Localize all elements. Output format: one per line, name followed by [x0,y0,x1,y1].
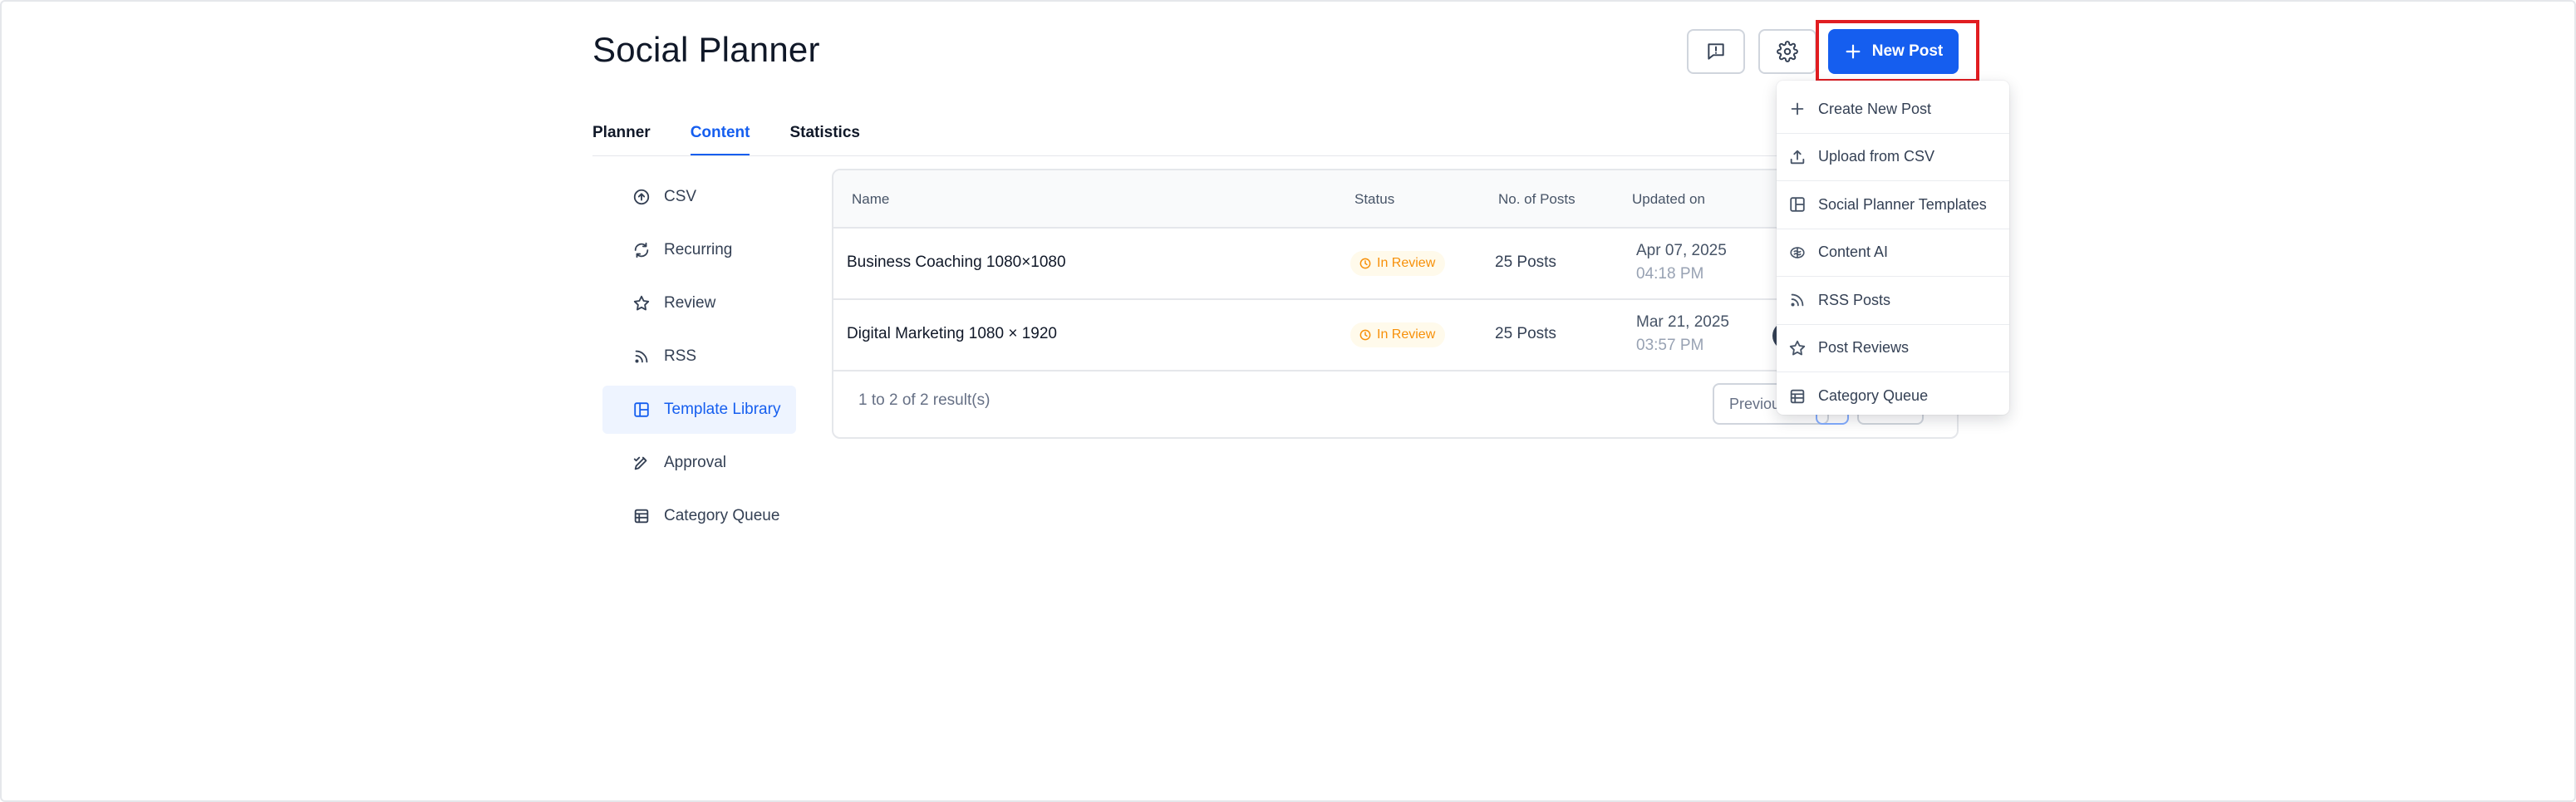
template-name[interactable]: Digital Marketing 1080 × 1920 [847,325,1057,343]
page-title: Social Planner [592,30,820,69]
new-post-dropdown: Create New Post Upload from CSV Social P… [1777,81,2009,415]
menu-item-label: Category Queue [1818,387,1929,405]
menu-item-label: Upload from CSV [1818,148,1935,165]
sidebar-item-label: Category Queue [664,507,780,524]
calendar-grid-icon [634,509,649,524]
message-alert-icon [1708,43,1724,60]
post-count: 25 Posts [1495,253,1556,271]
content-sidebar: CSV Recurring Review RSS Template Librar… [602,173,796,545]
template-name[interactable]: Business Coaching 1080×1080 [847,253,1066,272]
menu-item-label: Post Reviews [1818,339,1910,357]
plus-icon [1791,102,1804,116]
status-badge: In Review [1350,251,1446,276]
sidebar-item-label: RSS [664,347,697,365]
calendar-grid-icon [1790,389,1805,403]
status-label: In Review [1377,256,1436,270]
layout-icon [1790,197,1805,212]
updated-date: Mar 21, 2025 [1636,313,1729,331]
updated-time: 03:57 PM [1636,337,1704,354]
sidebar-item-approval[interactable]: Approval [602,439,796,487]
results-summary: 1 to 2 of 2 result(s) [858,391,991,409]
column-header-status: Status [1354,191,1395,207]
tab-content[interactable]: Content [690,116,750,156]
ai-brain-icon [1790,246,1805,258]
sidebar-item-label: CSV [664,188,697,205]
sidebar-item-label: Approval [664,454,726,471]
menu-item-rss-posts[interactable]: RSS Posts [1777,277,2009,325]
menu-item-label: RSS Posts [1818,291,1891,308]
star-icon [1789,340,1806,356]
menu-item-label: Content AI [1818,244,1889,261]
menu-item-label: Create New Post [1818,100,1932,117]
sidebar-item-rss[interactable]: RSS [602,332,796,381]
status-badge: In Review [1350,322,1446,347]
plus-icon [1846,44,1861,59]
menu-item-post-reviews[interactable]: Post Reviews [1777,325,2009,372]
clock-icon [1359,329,1371,341]
main-tabs: Planner Content Statistics [592,116,860,156]
upload-circle-icon [633,189,650,205]
sidebar-item-csv[interactable]: CSV [602,173,796,221]
sidebar-item-label: Review [664,294,716,312]
star-icon [633,295,650,311]
sidebar-item-label: Template Library [664,401,781,418]
rss-icon [635,350,648,363]
status-label: In Review [1377,327,1436,342]
column-header-name: Name [852,191,890,207]
pen-check-icon [633,456,647,470]
column-header-posts: No. of Posts [1498,191,1576,207]
tabs-divider [592,155,1955,156]
feedback-button[interactable] [1687,29,1745,74]
post-count: 25 Posts [1495,325,1556,342]
column-header-updated: Updated on [1632,191,1705,207]
new-post-button[interactable]: New Post [1828,29,1959,74]
settings-button[interactable] [1758,29,1816,74]
tab-planner[interactable]: Planner [592,116,651,156]
menu-item-content-ai[interactable]: Content AI [1777,229,2009,277]
menu-item-category-queue[interactable]: Category Queue [1777,372,2009,421]
sidebar-item-review[interactable]: Review [602,279,796,327]
new-post-label: New Post [1871,42,1944,60]
updated-time: 04:18 PM [1636,265,1704,283]
menu-item-create-new-post[interactable]: Create New Post [1777,86,2009,134]
sidebar-item-recurring[interactable]: Recurring [602,226,796,274]
sidebar-item-template-library[interactable]: Template Library [602,386,796,434]
rss-icon [1791,293,1804,307]
updated-date: Apr 07, 2025 [1636,242,1727,259]
layout-icon [634,402,649,417]
refresh-icon [634,242,649,258]
upload-icon [1790,150,1805,164]
sidebar-item-label: Recurring [664,241,733,258]
tab-statistics[interactable]: Statistics [789,116,859,156]
menu-item-label: Social Planner Templates [1818,195,1987,213]
gear-icon [1777,41,1798,62]
menu-item-social-planner-templates[interactable]: Social Planner Templates [1777,181,2009,229]
sidebar-item-category-queue[interactable]: Category Queue [602,492,796,540]
menu-item-upload-csv[interactable]: Upload from CSV [1777,134,2009,181]
clock-icon [1359,258,1371,269]
